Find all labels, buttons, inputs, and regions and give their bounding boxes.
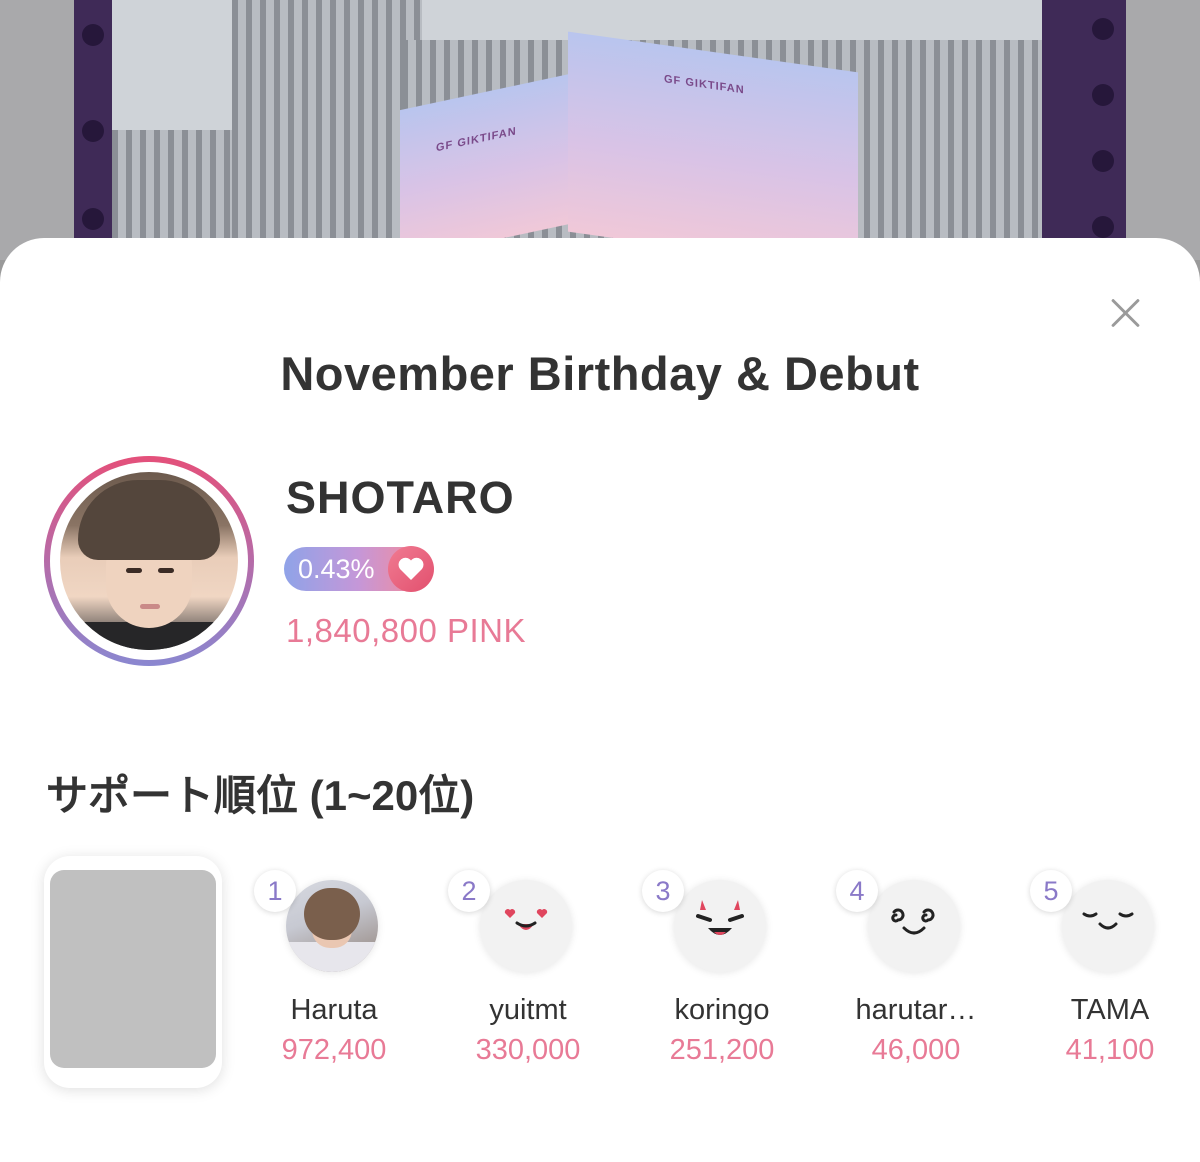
image-placeholder xyxy=(50,870,216,1068)
artist-photo xyxy=(60,472,238,650)
rank-badge: 3 xyxy=(642,870,684,912)
supporter-item[interactable]: 4 harutar… 46,000 xyxy=(836,868,1006,1078)
supporter-name: harutar… xyxy=(855,994,977,1026)
supporter-item[interactable]: 2 yuitmt 330,000 xyxy=(448,868,618,1078)
heart-icon[interactable] xyxy=(388,546,434,592)
supporter-item[interactable]: 5 TAMA 41,100 xyxy=(1030,868,1200,1078)
pink-total: 1,840,800 PINK xyxy=(286,612,526,649)
supporter-amount: 41,100 xyxy=(1065,1034,1155,1066)
artist-avatar xyxy=(44,456,254,666)
supporter-item[interactable]: 3 koringo 251,200 xyxy=(642,868,812,1078)
supporter-name: TAMA xyxy=(1070,994,1150,1026)
supporter-item[interactable]: 1 Haruta 972,400 xyxy=(254,868,424,1078)
background-photo: GF GIKTIFAN GF GIKTIFAN xyxy=(0,0,1200,260)
supporter-name: koringo xyxy=(674,994,770,1026)
building-photo: GF GIKTIFAN GF GIKTIFAN xyxy=(112,0,1042,260)
rank-badge: 1 xyxy=(254,870,296,912)
supporter-name: Haruta xyxy=(290,994,378,1026)
supporter-amount: 251,200 xyxy=(669,1034,775,1066)
rank-badge: 2 xyxy=(448,870,490,912)
supporter-amount: 972,400 xyxy=(281,1034,387,1066)
sheet-title: November Birthday & Debut xyxy=(280,347,920,400)
devil-face-icon xyxy=(674,880,766,972)
supporter-amount: 330,000 xyxy=(475,1034,581,1066)
rank-badge: 5 xyxy=(1030,870,1072,912)
billboard-screen-right: GF GIKTIFAN xyxy=(568,31,858,260)
close-icon[interactable] xyxy=(1104,292,1146,334)
rank-badge: 4 xyxy=(836,870,878,912)
artist-name: SHOTARO xyxy=(286,472,515,523)
heart-eyes-face-icon xyxy=(480,880,572,972)
swirl-eyes-face-icon xyxy=(868,880,960,972)
top-supporter-card[interactable] xyxy=(44,856,222,1088)
sleepy-face-icon xyxy=(1062,880,1154,972)
ranking-title: サポート順位 (1~20位) xyxy=(46,772,475,819)
supporter-avatar xyxy=(286,880,378,972)
percent-value: 0.43% xyxy=(298,554,375,584)
supporter-name: yuitmt xyxy=(489,994,567,1026)
supporter-amount: 46,000 xyxy=(871,1034,961,1066)
